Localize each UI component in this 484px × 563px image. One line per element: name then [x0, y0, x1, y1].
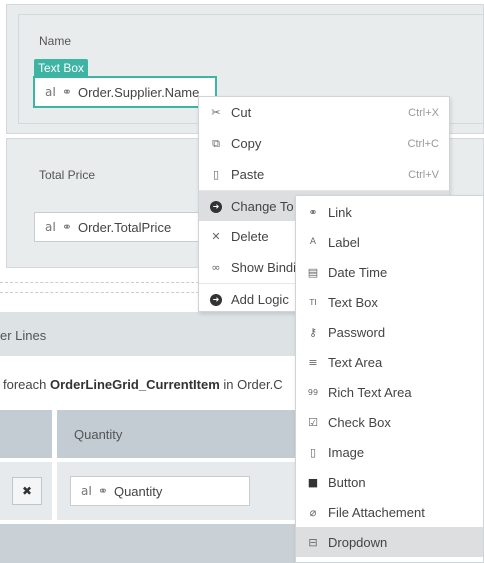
submenu-item-label: Check Box [328, 414, 391, 430]
quantity-textbox[interactable]: aI ⚭ Quantity [70, 476, 250, 506]
shortcut-label: Ctrl+V [408, 168, 439, 181]
submenu-item-dropdown[interactable]: ⊟ Dropdown [296, 527, 483, 557]
menu-item-paste[interactable]: ▯ Paste Ctrl+V [199, 159, 449, 190]
arrow-right-circle-icon: ➜ [205, 292, 227, 306]
submenu-item-password[interactable]: ⚷ Password [296, 317, 483, 347]
link-icon: ⚭ [61, 220, 72, 234]
foreach-caption: foreach OrderLineGrid_CurrentItem in Ord… [3, 377, 283, 392]
paperclip-icon: ⌀ [309, 505, 317, 519]
textbox-type-tag: Text Box [34, 59, 89, 77]
name-textbox-value: Order.Supplier.Name [77, 84, 200, 100]
submenu-item-text-box[interactable]: TI Text Box [296, 287, 483, 317]
calendar-icon: ▤ [307, 265, 319, 279]
menu-item-label: Cut [231, 105, 252, 120]
grid-header-cell [0, 410, 52, 458]
link-icon: ⚭ [97, 484, 108, 498]
submenu-item-rich-text-area[interactable]: 99 Rich Text Area [296, 377, 483, 407]
menu-item-label: Show Bindi [231, 260, 297, 275]
submenu-item-button[interactable]: ■ Button [296, 467, 483, 497]
menu-item-label: Paste [231, 167, 265, 182]
submenu-item-image[interactable]: ▯ Image [296, 437, 483, 467]
textbox-icon: aI [81, 484, 92, 498]
total-price-textbox[interactable]: aI ⚭ Order.TotalPrice [34, 212, 214, 242]
name-label: Name [39, 34, 72, 48]
paste-icon: ▯ [212, 168, 220, 181]
total-price-label: Total Price [39, 168, 96, 182]
textbox-icon: aI [45, 220, 56, 234]
quantity-value: Quantity [113, 483, 163, 499]
arrow-right-circle-icon: ➜ [205, 199, 227, 213]
label-icon: A [309, 237, 317, 247]
foreach-source: in Order.C [223, 377, 283, 392]
submenu-item-label: Rich Text Area [328, 384, 412, 400]
change-to-submenu: ⚭ Link A Label ▤ Date Time TI Text Box ⚷… [295, 195, 484, 563]
close-icon: ✖ [21, 484, 33, 498]
submenu-item-label: Password [328, 324, 386, 340]
image-icon: ▯ [309, 445, 317, 459]
submenu-item-label: Button [328, 474, 366, 490]
quantity-column-header: Quantity [74, 427, 123, 442]
submenu-item-label: Text Box [328, 294, 378, 310]
submenu-item-text-area[interactable]: ≡ Text Area [296, 347, 483, 377]
order-lines-title: er Lines [0, 328, 47, 343]
binoculars-icon: ∞ [211, 261, 221, 274]
submenu-item-label[interactable]: A Label [296, 227, 483, 257]
grid-cell-divider [52, 462, 57, 520]
submenu-item-label: Link [328, 204, 352, 220]
menu-item-label: Delete [231, 229, 269, 244]
textbox-icon: aI [45, 85, 56, 99]
remove-row-button[interactable]: ✖ [12, 477, 42, 505]
shortcut-label: Ctrl+X [408, 106, 439, 119]
foreach-item: OrderLineGrid_CurrentItem [50, 377, 220, 392]
submenu-item-label: Dropdown [328, 534, 388, 550]
menu-item-label: Change To [231, 198, 294, 214]
textbox-icon: TI [309, 297, 317, 307]
submenu-item-check-box[interactable]: ☑ Check Box [296, 407, 483, 437]
menu-item-copy[interactable]: ⧉ Copy Ctrl+C [199, 128, 449, 159]
link-icon: ⚭ [61, 85, 72, 99]
key-icon: ⚷ [308, 325, 318, 339]
menu-item-label: Add Logic [231, 291, 289, 307]
submenu-item-label: Image [328, 444, 365, 460]
foreach-keyword: foreach [3, 377, 47, 392]
submenu-item-label: Date Time [328, 264, 388, 280]
menu-item-cut[interactable]: ✂ Cut Ctrl+X [199, 97, 449, 128]
menu-item-label: Copy [231, 136, 262, 151]
submenu-item-file-attachement[interactable]: ⌀ File Attachement [296, 497, 483, 527]
total-price-value: Order.TotalPrice [77, 219, 172, 235]
name-textbox[interactable]: aI ⚭ Order.Supplier.Name [33, 76, 217, 108]
submenu-item-link[interactable]: ⚭ Link [296, 197, 483, 227]
arrow-glyph: ➜ [210, 294, 222, 306]
copy-icon: ⧉ [212, 136, 220, 150]
close-icon: ✕ [211, 230, 221, 243]
shortcut-label: Ctrl+C [407, 137, 439, 150]
button-icon: ■ [307, 475, 319, 489]
dropdown-icon: ⊟ [308, 535, 318, 549]
submenu-item-label: Text Area [328, 354, 383, 370]
arrow-glyph: ➜ [210, 201, 222, 213]
submenu-item-label: File Attachement [328, 504, 425, 520]
cut-icon: ✂ [211, 106, 221, 119]
textarea-icon: ≡ [308, 355, 318, 369]
richtext-icon: 99 [307, 387, 319, 397]
submenu-item-date-time[interactable]: ▤ Date Time [296, 257, 483, 287]
link-icon: ⚭ [308, 205, 318, 219]
checkbox-icon: ☑ [308, 415, 318, 429]
submenu-item-label: Label [328, 234, 360, 250]
